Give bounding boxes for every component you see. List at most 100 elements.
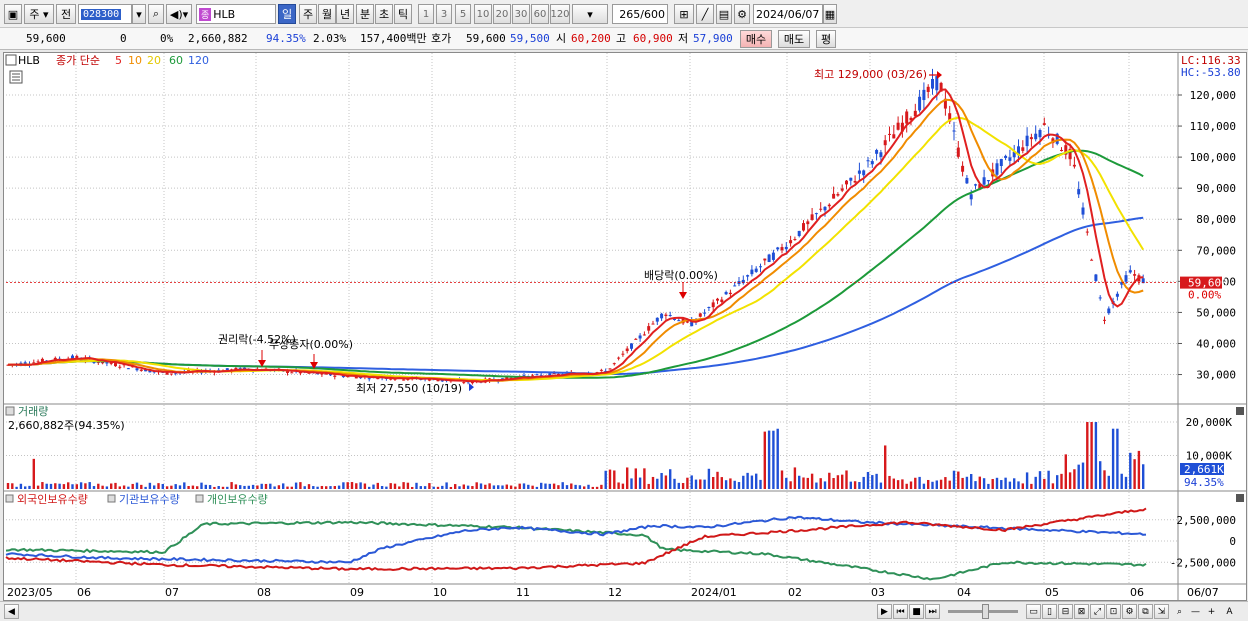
holdings-panel-icon [5,494,14,503]
zoom-in-icon[interactable]: + [1204,604,1219,619]
sell-button[interactable]: 매도 [778,30,810,48]
save-icon[interactable]: ▤ [716,4,732,24]
volume-bar [767,430,771,489]
code-dropdown-icon[interactable]: ▾ [132,4,146,24]
zoom-search-icon[interactable]: ⌕ [1172,604,1187,619]
candle-body [922,89,926,101]
rewind-icon[interactable]: ⏮ [893,604,908,619]
time-axis-label: 07 [165,586,179,599]
stop-icon[interactable]: ■ [909,604,924,619]
market-type-select[interactable]: 주 ▾ [24,4,54,24]
interval-button-0[interactable]: 1 [418,4,434,24]
volume-bar [144,486,147,489]
volume-bar [475,482,478,489]
interval-button-7[interactable]: 120 [550,4,570,24]
buy-button[interactable]: 매수 [740,30,772,48]
volume-bar [888,475,891,489]
settings-gear-icon[interactable]: ⚙ [734,4,750,24]
price-axis-label: 110,000 [1190,120,1236,133]
scroll-left-icon[interactable]: ◀ [4,604,19,619]
stock-chart[interactable]: 2023/05 06 07 08 09 10 11 12 2024/01 02 03 04 05 06 06… [4,53,1246,600]
date-input[interactable]: 2024/06/07 [753,4,823,24]
stock-name: HLB [213,7,236,21]
interval-button-3[interactable]: 10 [474,4,492,24]
font-size-icon[interactable]: A [1222,604,1237,619]
candle-body [767,254,771,263]
prev-button[interactable]: 전 [56,4,76,24]
time-axis-label: 11 [516,586,530,599]
volume-bar [737,482,741,489]
layout-icon-3[interactable]: ⊟ [1058,604,1073,619]
volume-bar [307,484,311,489]
period-button-5[interactable]: 초 [375,4,393,24]
window-menu-icon[interactable]: ▣ [4,4,22,24]
interval-button-6[interactable]: 60 [531,4,549,24]
candlesticks [6,68,1145,385]
volume-bar [419,486,422,489]
layout-icon-1[interactable]: ▭ [1026,604,1041,619]
interval-button-1[interactable]: 3 [436,4,452,24]
interval-button-5[interactable]: 30 [512,4,530,24]
volume-bar [849,481,852,489]
chart-type-icon[interactable]: ⊞ [674,4,694,24]
period-button-0[interactable]: 일 [278,4,296,24]
zoom-slider-thumb[interactable] [982,604,989,619]
volume-bar [174,484,177,489]
price-axis-label: 30,000 [1196,369,1236,382]
volume-bar [707,468,711,489]
layout-icon-2[interactable]: ▯ [1042,604,1057,619]
volume-bar [251,484,255,489]
volume-bar [1017,481,1020,489]
search-icon[interactable]: ⌕ [148,4,164,24]
volume-bar [557,485,560,489]
candle-body [655,317,659,322]
stock-name-field[interactable]: 종 HLB [196,4,276,24]
interval-button-4[interactable]: 20 [493,4,511,24]
candle-body [853,180,857,183]
eval-button[interactable]: 평 [816,30,836,48]
period-button-4[interactable]: 분 [356,4,374,24]
draw-tool-icon[interactable]: ╱ [696,4,714,24]
bar-count-value: 265 [619,7,641,21]
scroll-right-icon[interactable]: ▶ [877,604,892,619]
panel-toggle-icon[interactable] [5,54,17,66]
interval-dropdown[interactable]: ▾ [572,4,608,24]
price-axis-label: 80,000 [1196,213,1236,226]
volume-bar [978,476,981,489]
period-button-1[interactable]: 주 [299,4,317,24]
volume-bar [320,485,324,489]
export-icon[interactable]: ⇲ [1154,604,1169,619]
chart-scrollbar[interactable]: ◀ ▶ ⏮ ■ ⏭ ▭ ▯ ⊟ ⊠ ⤢ ⊡ ⚙ ⧉ ⇲ ⌕ — + A [0,601,1248,621]
prev-label: 전 [60,8,72,21]
volume-bar [810,473,814,489]
cross-icon[interactable]: ⊠ [1074,604,1089,619]
period-button-2[interactable]: 월 [318,4,336,24]
chart-area[interactable]: 2023/05 06 07 08 09 10 11 12 2024/01 02 03 04 05 06 06… [3,52,1247,601]
settings-icon[interactable]: ⚙ [1122,604,1137,619]
volume-close-icon[interactable] [1236,407,1244,415]
speaker-icon[interactable]: ◀)▾ [166,4,192,24]
institution-holdings-line [5,515,1147,564]
volume-bar [449,486,453,489]
lock-icon[interactable]: ⊡ [1106,604,1121,619]
volume-bar [509,485,513,489]
stock-code-input[interactable]: 028300 [78,4,132,24]
calendar-icon[interactable]: ▦ [823,4,837,24]
candle-body [974,184,977,186]
expand-icon[interactable]: ⤢ [1090,604,1105,619]
holdings-close-icon[interactable] [1236,494,1244,502]
fast-forward-icon[interactable]: ⏭ [925,604,940,619]
volume-bar [587,484,590,489]
period-button-3[interactable]: 년 [336,4,354,24]
volume-bar [729,478,732,489]
legend-symbol: HLB [18,54,40,67]
bar-count-input[interactable]: 265/600 [612,4,668,24]
interval-button-2[interactable]: 5 [455,4,471,24]
copy-icon[interactable]: ⧉ [1138,604,1153,619]
volume-bar [535,486,539,489]
zoom-out-icon[interactable]: — [1188,604,1203,619]
volume-bar [540,482,543,489]
candle-body [118,366,122,368]
period-button-6[interactable]: 틱 [394,4,412,24]
candle-body [969,194,973,200]
